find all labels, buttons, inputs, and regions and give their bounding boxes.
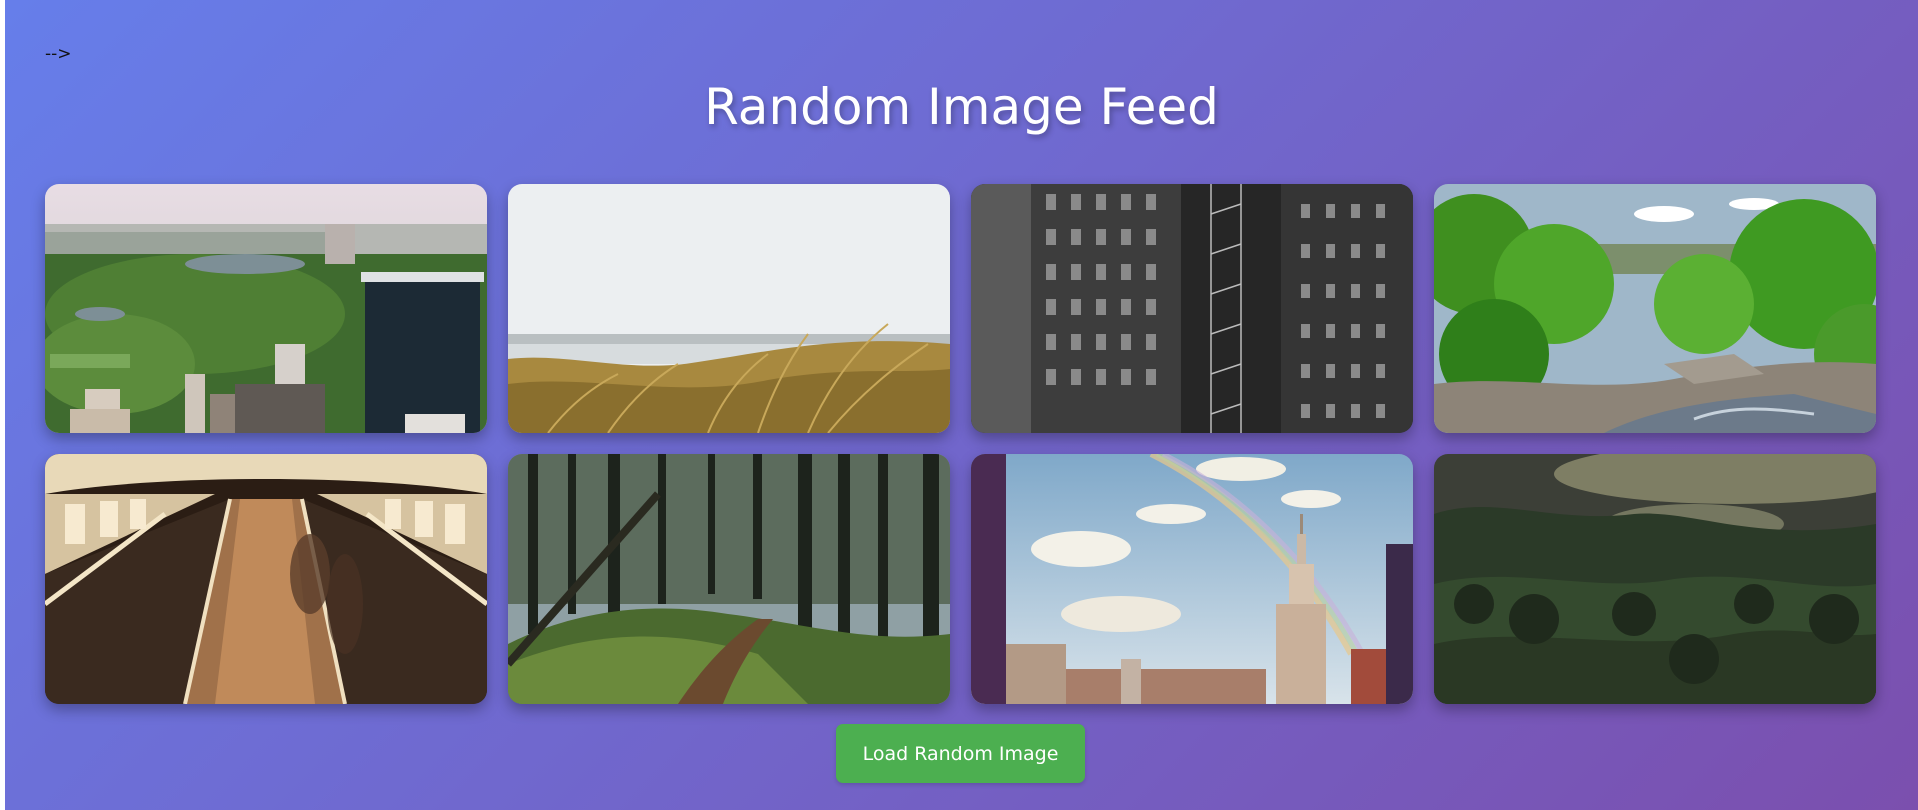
image-card-bw-building[interactable] — [971, 184, 1413, 433]
image-card-city-rainbow[interactable] — [971, 454, 1413, 704]
image-card-escalator[interactable] — [45, 454, 487, 704]
image-grid — [45, 184, 1887, 704]
image-card-forest-stream[interactable] — [1434, 184, 1876, 433]
page-title: Random Image Feed — [704, 78, 1219, 136]
page-background: --> Random Image Feed Load Random Image — [5, 0, 1918, 810]
image-card-city-park[interactable] — [45, 184, 487, 433]
load-random-image-button[interactable]: Load Random Image — [836, 724, 1085, 783]
image-card-misty-forest[interactable] — [1434, 454, 1876, 704]
image-card-beach-grass[interactable] — [508, 184, 950, 433]
image-card-forest-trail[interactable] — [508, 454, 950, 704]
stray-comment-text: --> — [45, 44, 72, 64]
